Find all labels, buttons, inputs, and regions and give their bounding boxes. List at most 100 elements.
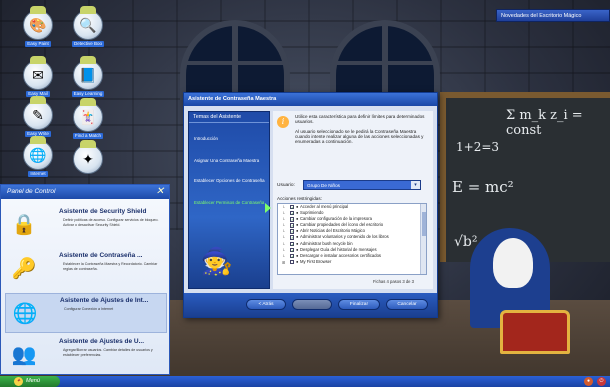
control-panel-body: 🔒 Asistente de Security Shield Definir p… — [1, 199, 169, 374]
actions-scrollbar[interactable] — [420, 204, 426, 274]
start-menu-icon: ✦ — [14, 377, 23, 386]
formula-energy: E = mc² — [452, 178, 514, 196]
wizard-description-1: Utilice esta característica para definir… — [295, 114, 425, 125]
master-password-wizard-window: Asistente de Contraseña Maestra Temas de… — [183, 92, 438, 318]
control-panel-window: Panel de Control ✕ 🔒 Asistente de Securi… — [0, 184, 170, 375]
hat-decoration — [30, 56, 46, 64]
panel-item-title: Asistente de Contraseña ... — [59, 252, 143, 259]
wizard-sidebar: Temas del Asistente Introducción Asignar… — [188, 111, 271, 289]
taskbar: ✦ Menú ● ⏻ — [0, 376, 610, 387]
panel-item-title: Asistente de Ajustes de Int... — [60, 297, 149, 304]
globe-icon: 🌐 — [23, 140, 53, 170]
desktop-icon-label: Find a Match — [72, 133, 103, 139]
desktop-icon-easy-learning[interactable]: 📘 Easy Learning — [66, 56, 110, 102]
panel-item-description: Definir políticas de acceso. Configurar … — [63, 218, 159, 227]
desktop-icon-label: Easy Paint — [25, 41, 51, 47]
wizard-beard — [493, 238, 533, 288]
control-panel-title: Panel de Control — [7, 188, 56, 195]
start-menu-label: Menú — [26, 378, 40, 384]
checkbox-checked[interactable]: ✓ — [290, 253, 295, 258]
desktop-icon-label: Internet — [28, 171, 48, 177]
mail-icon: ✉ — [23, 60, 53, 90]
panel-item-security-shield[interactable]: 🔒 Asistente de Security Shield Definir p… — [5, 205, 167, 245]
desktop-icon-label: Easy Learning — [71, 91, 105, 97]
hat-decoration — [30, 6, 46, 14]
hat-decoration — [80, 98, 96, 106]
info-icon: i — [277, 116, 289, 128]
panel-item-title: Asistente de Ajustes de U... — [59, 338, 145, 345]
finish-button[interactable]: Finalizar — [338, 299, 380, 310]
panel-item-user-settings[interactable]: 👥 Asistente de Ajustes de U... Agregar/B… — [5, 335, 167, 375]
desktop-icon-find-a-match[interactable]: 🃏 Find a Match — [66, 98, 110, 144]
checkbox-unchecked[interactable] — [290, 259, 295, 265]
hat-decoration — [30, 136, 46, 144]
wizard-step-password-options[interactable]: Establecer Opciones de Contraseña — [194, 178, 266, 183]
restricted-actions-list: └ ✓ ● Acceder al menú principal └ ✓ ● Suprimie… — [277, 203, 427, 275]
hat-decoration — [80, 6, 96, 14]
user-select-value: Grupo De Niños — [307, 183, 340, 188]
desktop-icon-easy-paint[interactable]: 🎨 Easy Paint — [16, 6, 60, 52]
user-select[interactable]: Grupo De Niños ▾ — [303, 180, 421, 190]
back-button[interactable]: < Atrás — [246, 299, 286, 310]
current-step-arrow-icon — [265, 203, 271, 213]
desktop-icon-label: Detective Boo — [71, 41, 104, 47]
checkbox-checked[interactable]: ✓ — [290, 247, 295, 252]
wizard-content: i Utilice esta característica para defin… — [273, 111, 433, 289]
user-label: Usuario: — [277, 183, 295, 188]
wizard-step-introduction[interactable]: Introducción — [194, 136, 266, 141]
formula-root: √b² — [454, 234, 478, 250]
formula-sum: Σ m_k z_i = const — [506, 108, 583, 138]
panel-item-description: Establecer la Contraseña Maestra y Recor… — [63, 262, 158, 271]
cards-icon: 🃏 — [73, 102, 103, 132]
desktop-icon-magic[interactable]: ✦ — [66, 140, 110, 186]
magnifier-icon: 🔍 — [73, 10, 103, 40]
treasure-chest — [500, 310, 570, 354]
panel-item-internet-settings[interactable]: 🌐 Asistente de Ajustes de Int... Configu… — [5, 293, 167, 333]
users-icon: 👥 — [11, 343, 37, 366]
hat-decoration — [80, 56, 96, 64]
checkbox-checked[interactable]: ✓ — [290, 229, 295, 234]
checkbox-checked[interactable]: ✓ — [290, 217, 295, 222]
wizard-step-password-permissions[interactable]: Establecer Permisos de Contraseña — [194, 200, 266, 205]
checkbox-checked[interactable]: ✓ — [290, 241, 295, 246]
hat-decoration — [30, 96, 46, 104]
book-icon: 📘 — [73, 60, 103, 90]
next-button[interactable] — [292, 299, 332, 310]
chevron-down-icon[interactable]: ▾ — [411, 181, 420, 189]
wizard-title-bar: Asistente de Contraseña Maestra — [184, 93, 437, 106]
checkbox-checked[interactable]: ✓ — [290, 235, 295, 240]
internet-globe-icon: 🌐 — [12, 302, 38, 325]
paint-icon: 🎨 — [23, 10, 53, 40]
wizard-description: Utilice esta característica para definir… — [295, 114, 427, 144]
scrollbar-thumb[interactable] — [422, 212, 426, 236]
wizard-description-2: Al usuario seleccionado se le pedirá la … — [295, 128, 424, 145]
checkbox-checked[interactable]: ✓ — [290, 211, 295, 216]
tray-app-icon[interactable]: ● — [584, 377, 593, 386]
news-notification-bar[interactable]: Novedades del Escritorio Mágico — [496, 9, 610, 22]
pencil-icon: ✎ — [23, 100, 53, 130]
panel-item-title: Asistente de Security Shield — [59, 208, 147, 215]
hat-decoration — [80, 140, 96, 148]
arch-window-right — [330, 20, 440, 100]
cancel-button[interactable]: Cancelar — [386, 299, 428, 310]
restricted-actions-label: Acciones restringidas: — [277, 196, 322, 201]
arch-window-left — [180, 20, 290, 100]
panel-item-description: Agregar/Borrar usuarios. Cambiar detalle… — [63, 348, 153, 357]
close-icon[interactable]: ✕ — [154, 186, 166, 198]
panel-item-password[interactable]: 🔑 Asistente de Contraseña ... Establecer… — [5, 249, 167, 289]
magic-icon: ✦ — [73, 144, 103, 174]
action-item[interactable]: ⊞ ● My First Browser — [278, 259, 426, 265]
tray-power-icon[interactable]: ⏻ — [597, 377, 606, 386]
start-menu-button[interactable]: ✦ Menú — [0, 376, 60, 387]
wizard-step-assign-password[interactable]: Asignar Una Contraseña Maestra — [194, 158, 266, 163]
shield-lock-icon: 🔒 — [11, 213, 37, 236]
formula-addition: 1+2=3 — [456, 140, 500, 154]
wizard-sidebar-title: Temas del Asistente — [189, 112, 269, 123]
browser-icon: ● — [296, 258, 299, 264]
checkbox-checked[interactable]: ✓ — [290, 205, 295, 210]
key-icon: 🔑 — [11, 257, 37, 280]
wizard-mascot-icon: 🧙 — [200, 246, 234, 276]
desktop-icon-internet[interactable]: 🌐 Internet — [16, 136, 60, 182]
checkbox-checked[interactable]: ✓ — [290, 223, 295, 228]
desktop-icon-detective-boo[interactable]: 🔍 Detective Boo — [66, 6, 110, 52]
